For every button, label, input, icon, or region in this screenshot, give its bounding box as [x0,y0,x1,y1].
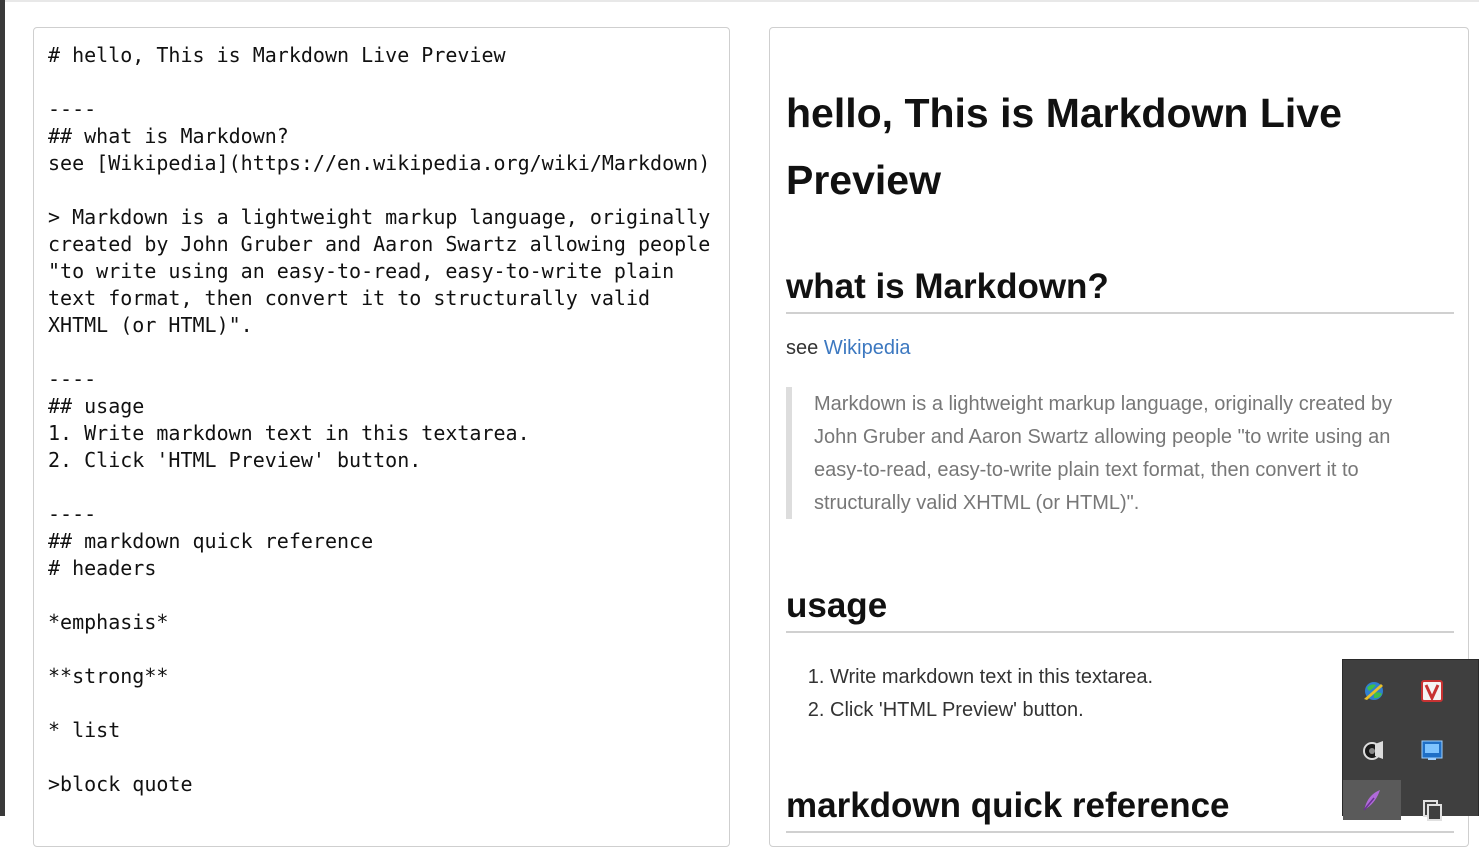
markdown-textarea[interactable]: # hello, This is Markdown Live Preview -… [34,28,729,798]
see-prefix: see [786,337,824,359]
preview-usage-list: Write markdown text in this textarea. Cl… [786,661,1153,727]
blockquote-text: Markdown is a lightweight markup languag… [814,393,1393,514]
speaker-icon[interactable] [1349,727,1399,773]
window-left-edge [0,0,5,816]
v-app-icon[interactable] [1407,668,1457,714]
preview-see-paragraph: see Wikipedia [786,335,911,361]
list-item: Write markdown text in this textarea. [830,661,1153,694]
markdown-editor[interactable]: # hello, This is Markdown Live Preview -… [33,27,730,847]
preview-title: hello, This is Markdown Live Preview [786,90,1342,203]
intel-graphics-icon[interactable] [1407,727,1457,773]
preview-heading-usage: usage [786,583,1454,633]
system-tray-overflow [1342,659,1479,821]
wikipedia-link[interactable]: Wikipedia [824,337,911,359]
preview-heading-what-is-markdown: what is Markdown? [786,264,1454,314]
network-globe-icon[interactable] [1349,668,1399,714]
list-item: Click 'HTML Preview' button. [830,694,1153,727]
window-top-edge [0,0,1479,2]
feather-icon[interactable] [1343,780,1401,820]
copy-clipboard-icon[interactable] [1407,786,1457,832]
preview-blockquote: Markdown is a lightweight markup languag… [786,387,1436,519]
